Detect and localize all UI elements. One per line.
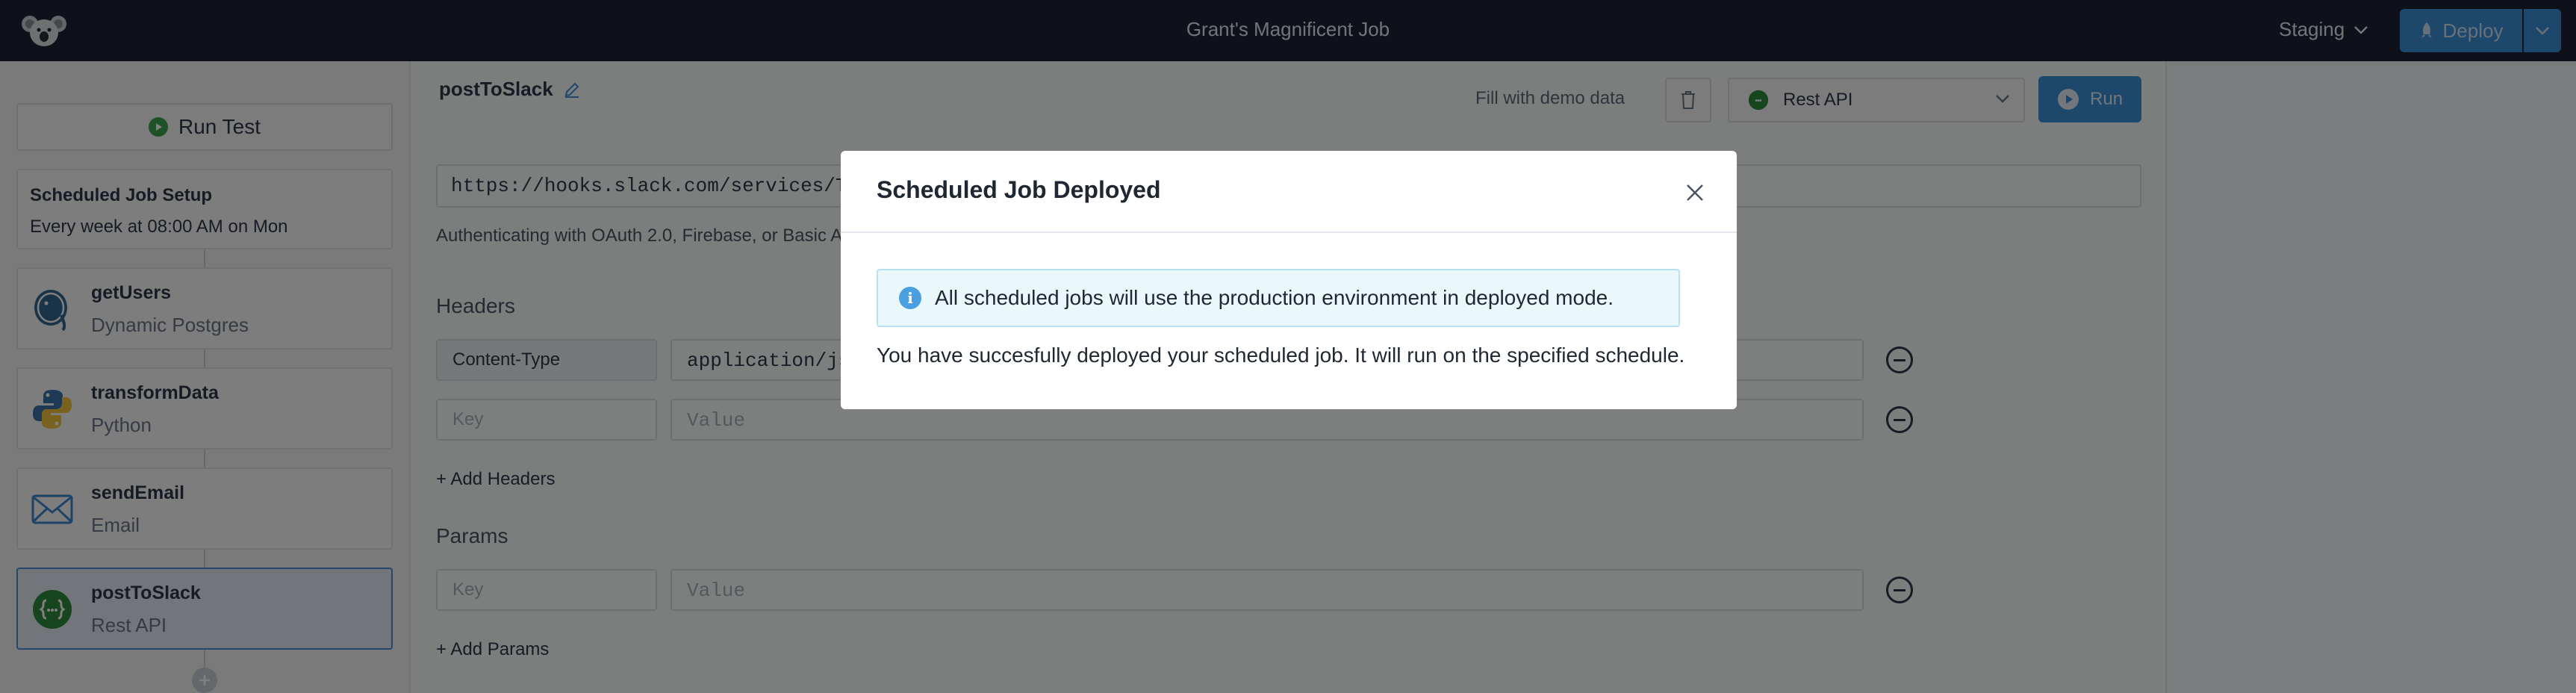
deployed-modal: Scheduled Job Deployed i All scheduled j…	[841, 151, 1737, 409]
info-alert-text: All scheduled jobs will use the producti…	[935, 286, 1614, 309]
modal-title: Scheduled Job Deployed	[877, 176, 1161, 203]
close-icon[interactable]	[1680, 178, 1710, 208]
modal-divider	[841, 231, 1737, 233]
modal-body-text: You have succesfully deployed your sched…	[877, 344, 1685, 367]
info-alert: i All scheduled jobs will use the produc…	[877, 269, 1680, 327]
info-icon: i	[899, 287, 921, 309]
